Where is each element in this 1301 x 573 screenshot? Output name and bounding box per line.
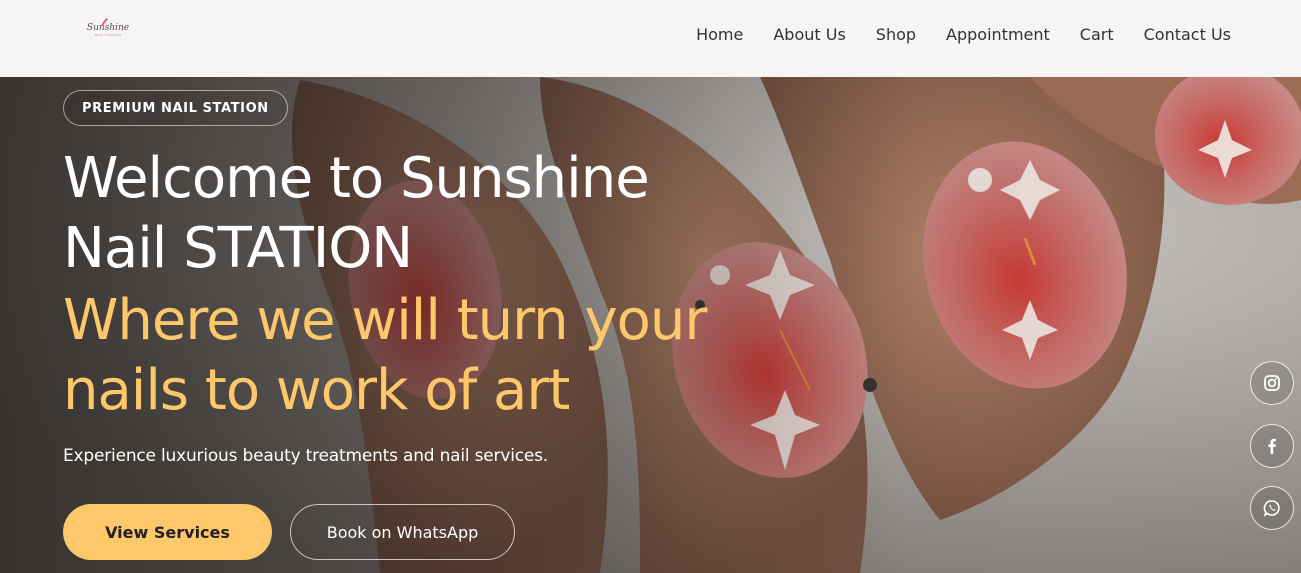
nail-polish-icon [101,18,108,26]
whatsapp-button[interactable] [1250,486,1294,530]
hero-title-line1: Welcome to Sunshine [63,146,650,211]
nav-home[interactable]: Home [696,25,743,44]
book-whatsapp-button[interactable]: Book on WhatsApp [290,504,515,560]
nav-appointment[interactable]: Appointment [946,25,1050,44]
nav-cart[interactable]: Cart [1080,25,1114,44]
logo-subtitle: NAIL STATION [94,33,122,37]
nav-shop[interactable]: Shop [876,25,916,44]
instagram-button[interactable] [1250,361,1294,405]
main-nav: Home About Us Shop Appointment Cart Cont… [696,0,1231,68]
facebook-button[interactable] [1250,424,1294,468]
instagram-icon [1264,375,1280,391]
hero-subtitle: Where we will turn your nails to work of… [63,286,843,426]
hero-title-line2: Nail STATION [63,216,413,281]
nav-about-us[interactable]: About Us [773,25,845,44]
brand-logo[interactable]: Sunshine NAIL STATION [86,16,130,44]
hero-title: Welcome to Sunshine Nail STATION [63,144,843,284]
hero-description: Experience luxurious beauty treatments a… [63,446,548,466]
whatsapp-icon [1263,500,1280,517]
navbar: Sunshine NAIL STATION Home About Us Shop… [0,0,1301,77]
premium-badge: PREMIUM NAIL STATION [63,90,288,126]
hero-subtitle-line2: nails to work of art [63,358,570,423]
nav-contact-us[interactable]: Contact Us [1144,25,1231,44]
view-services-button[interactable]: View Services [63,504,272,560]
hero-subtitle-line1: Where we will turn your [63,288,707,353]
facebook-icon [1268,438,1276,454]
